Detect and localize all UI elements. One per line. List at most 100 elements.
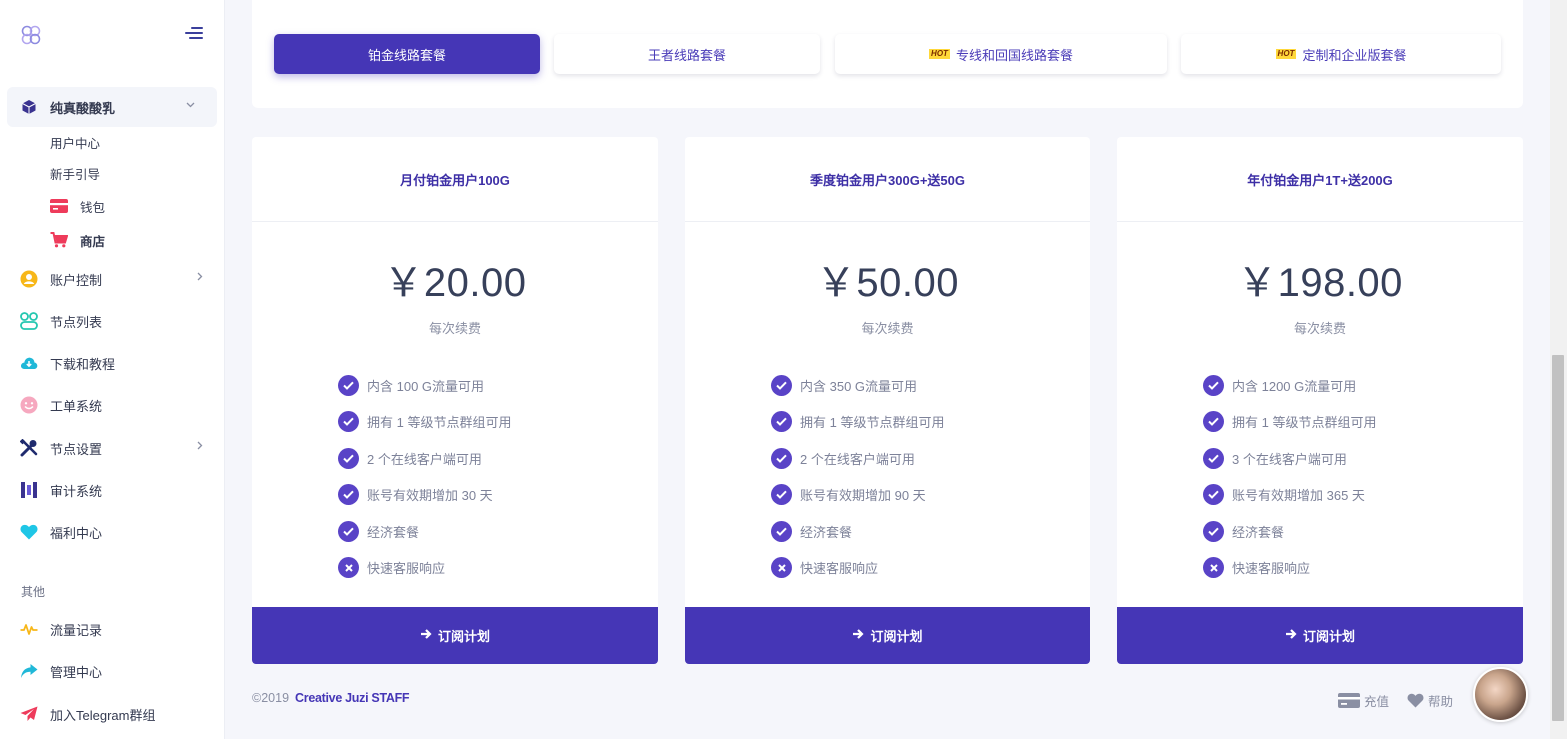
cross-icon bbox=[771, 557, 792, 579]
recharge-label: 充值 bbox=[1364, 695, 1390, 709]
sidebar-item-account[interactable]: 账户控制 bbox=[0, 260, 225, 298]
sidebar-sub-wallet[interactable]: 钱包 bbox=[50, 195, 105, 217]
sidebar-sub-label: 钱包 bbox=[80, 200, 106, 215]
sidebar-item-downloads[interactable]: 下载和教程 bbox=[0, 344, 225, 382]
sidebar-item-nodes[interactable]: 节点列表 bbox=[0, 302, 225, 340]
sidebar-sub-guide[interactable]: 新手引导 bbox=[50, 162, 100, 184]
cross-icon bbox=[338, 557, 359, 579]
tab-enterprise[interactable]: HOT 定制和企业版套餐 bbox=[1181, 34, 1501, 74]
plan-period: 每次续费 bbox=[428, 321, 481, 336]
feature-text: 快速客服响应 bbox=[800, 561, 879, 577]
feature-text: 2 个在线客户端可用 bbox=[800, 451, 915, 467]
feature-list: 内含 350 G流量可用 拥有 1 等级节点群组可用 2 个在线客户端可用 账号有效期… bbox=[685, 367, 1090, 586]
feature-item: 内含 350 G流量可用 bbox=[771, 367, 1090, 404]
subscribe-button[interactable]: 订阅计划 bbox=[252, 607, 658, 664]
plan-price: ￥50.00 bbox=[815, 261, 960, 305]
feature-text: 2 个在线客户端可用 bbox=[367, 451, 482, 467]
menu-toggle-icon[interactable] bbox=[185, 27, 203, 41]
cube-icon bbox=[20, 98, 38, 116]
check-icon bbox=[1203, 484, 1224, 506]
feature-text: 拥有 1 等级节点群组可用 bbox=[1232, 415, 1377, 431]
sidebar-item-label: 账户控制 bbox=[50, 272, 103, 288]
footer-actions: 充值 帮助 bbox=[1338, 691, 1471, 710]
sidebar-item-label: 工单系统 bbox=[50, 398, 103, 414]
user-icon bbox=[20, 270, 38, 288]
feature-item: 2 个在线客户端可用 bbox=[338, 440, 658, 477]
feature-list: 内含 1200 G流量可用 拥有 1 等级节点群组可用 3 个在线客户端可用 账号有效… bbox=[1117, 367, 1523, 586]
plan-card: 年付铂金用户1T+送200G ￥198.00 每次续费 内含 1200 G流量可… bbox=[1117, 137, 1523, 664]
tab-king[interactable]: 王者线路套餐 bbox=[554, 34, 820, 74]
sidebar-item-label: 纯真酸酸乳 bbox=[50, 100, 116, 116]
sidebar-item-node-settings[interactable]: 节点设置 bbox=[0, 429, 225, 467]
arrow-right-icon bbox=[1285, 628, 1297, 643]
copyright-text: ©2019 bbox=[252, 691, 290, 705]
sidebar-item-welfare[interactable]: 福利中心 bbox=[0, 513, 225, 551]
check-icon bbox=[771, 520, 792, 542]
check-icon bbox=[338, 520, 359, 542]
sidebar-sub-user-center[interactable]: 用户中心 bbox=[50, 131, 100, 153]
plan-category-tabs: 铂金线路套餐 王者线路套餐 HOT 专线和回国线路套餐 HOT 定制和企业版套餐 bbox=[252, 0, 1523, 108]
audit-icon bbox=[20, 481, 38, 499]
sidebar-item-telegram[interactable]: 加入Telegram群组 bbox=[0, 695, 225, 733]
tab-label: 定制和企业版套餐 bbox=[1302, 47, 1407, 63]
sidebar-item-label: 管理中心 bbox=[50, 664, 103, 680]
plan-period: 每次续费 bbox=[1293, 321, 1346, 336]
feature-text: 内含 350 G流量可用 bbox=[800, 378, 918, 394]
feature-text: 拥有 1 等级节点群组可用 bbox=[800, 415, 945, 431]
feature-item: 内含 100 G流量可用 bbox=[338, 367, 658, 404]
feature-text: 拥有 1 等级节点群组可用 bbox=[367, 415, 512, 431]
pulse-icon bbox=[20, 620, 38, 638]
subscribe-button[interactable]: 订阅计划 bbox=[685, 607, 1090, 664]
plan-title: 季度铂金用户300G+送50G bbox=[685, 137, 1090, 222]
sidebar-item-audit[interactable]: 审计系统 bbox=[0, 471, 225, 509]
chevron-right-icon bbox=[197, 272, 203, 284]
tab-label: 王者线路套餐 bbox=[647, 47, 726, 63]
chevron-down-icon bbox=[186, 99, 195, 111]
recharge-link[interactable]: 充值 bbox=[1338, 691, 1389, 710]
smile-icon bbox=[20, 396, 38, 414]
tab-label: 铂金线路套餐 bbox=[367, 47, 446, 63]
brand-link[interactable]: Creative Juzi STAFF bbox=[295, 691, 410, 705]
sidebar-item-tickets[interactable]: 工单系统 bbox=[0, 386, 225, 424]
sidebar-item-admin[interactable]: 管理中心 bbox=[0, 652, 225, 690]
feature-text: 内含 1200 G流量可用 bbox=[1232, 378, 1357, 394]
chat-avatar[interactable] bbox=[1473, 667, 1528, 722]
help-link[interactable]: 帮助 bbox=[1407, 691, 1453, 710]
logo-icon[interactable] bbox=[20, 24, 42, 46]
sidebar-item-traffic[interactable]: 流量记录 bbox=[0, 610, 225, 648]
check-icon bbox=[1203, 447, 1224, 469]
feature-item: 快速客服响应 bbox=[771, 550, 1090, 587]
heart-icon bbox=[1407, 693, 1424, 708]
cart-icon bbox=[50, 232, 68, 248]
arrow-right-icon bbox=[852, 628, 865, 643]
feature-text: 内含 100 G流量可用 bbox=[367, 378, 485, 394]
check-icon bbox=[771, 484, 792, 506]
scrollbar-thumb[interactable] bbox=[1552, 355, 1564, 721]
plan-title: 年付铂金用户1T+送200G bbox=[1117, 137, 1523, 222]
sidebar-item-label: 节点设置 bbox=[50, 441, 103, 457]
tab-dedicated[interactable]: HOT 专线和回国线路套餐 bbox=[835, 34, 1167, 74]
feature-item: 拥有 1 等级节点群组可用 bbox=[338, 404, 658, 441]
feature-item: 2 个在线客户端可用 bbox=[771, 440, 1090, 477]
check-icon bbox=[338, 411, 359, 433]
sidebar-item-label: 下载和教程 bbox=[50, 356, 116, 372]
check-icon bbox=[338, 447, 359, 469]
hot-badge: HOT bbox=[929, 49, 950, 59]
feature-item: 3 个在线客户端可用 bbox=[1203, 440, 1523, 477]
feature-text: 快速客服响应 bbox=[1232, 561, 1311, 577]
sidebar-item-active[interactable]: 纯真酸酸乳 bbox=[7, 87, 217, 127]
footer-copyright: ©2019 Creative Juzi STAFF bbox=[252, 691, 410, 705]
check-icon bbox=[338, 484, 359, 506]
sidebar-sub-shop[interactable]: 商店 bbox=[50, 229, 105, 251]
cross-icon bbox=[1203, 557, 1224, 579]
sidebar-sub-label: 商店 bbox=[80, 234, 106, 249]
tab-platinum[interactable]: 铂金线路套餐 bbox=[274, 34, 540, 74]
check-icon bbox=[1203, 411, 1224, 433]
feature-item: 快速客服响应 bbox=[338, 550, 658, 587]
feature-item: 经济套餐 bbox=[1203, 513, 1523, 550]
hot-badge: HOT bbox=[1275, 49, 1297, 59]
check-icon bbox=[771, 447, 792, 469]
subscribe-button[interactable]: 订阅计划 bbox=[1117, 607, 1523, 664]
feature-item: 账号有效期增加 30 天 bbox=[338, 477, 658, 514]
tools-icon bbox=[20, 439, 38, 457]
